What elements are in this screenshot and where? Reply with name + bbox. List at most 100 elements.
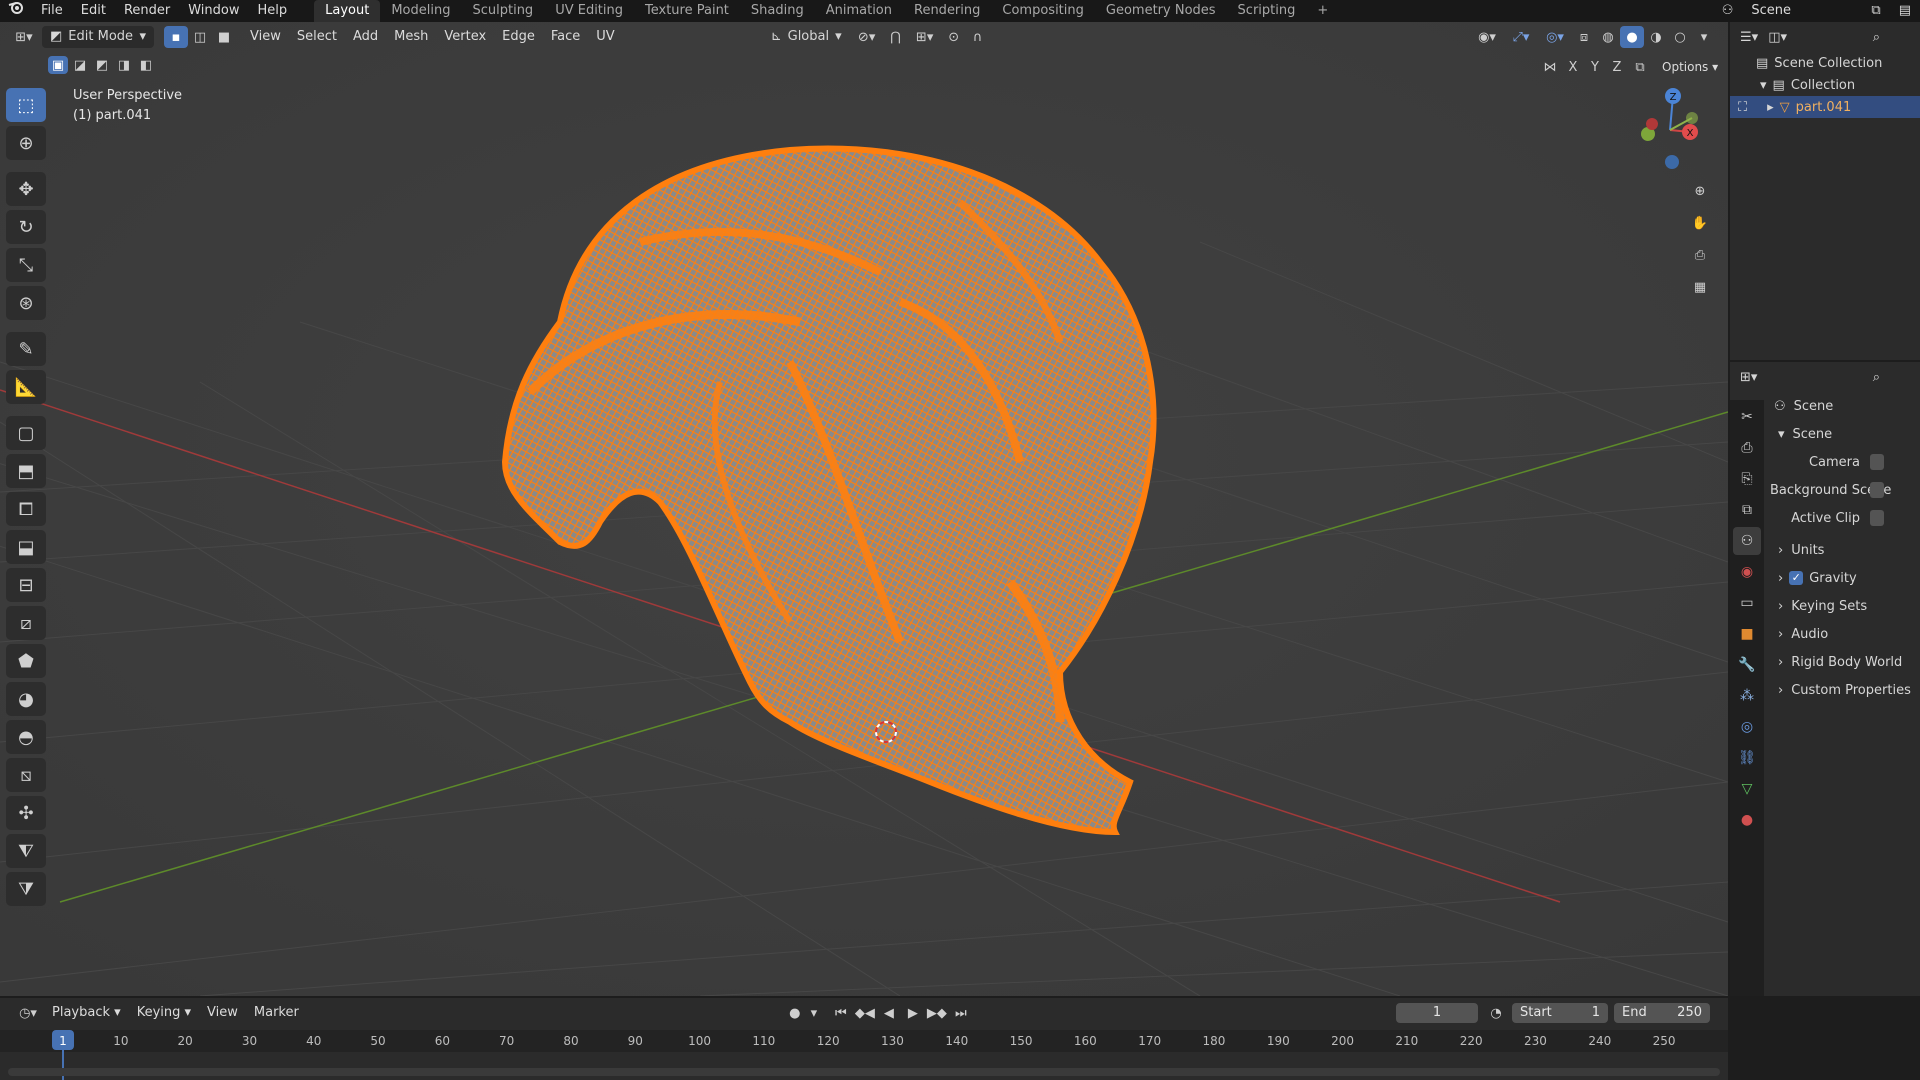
select-new-icon[interactable]: ▣ — [48, 56, 68, 74]
view-layer-icon[interactable]: ▤ — [1890, 0, 1920, 22]
menu-vertex[interactable]: Vertex — [436, 26, 494, 48]
tab-geometry-nodes[interactable]: Geometry Nodes — [1095, 0, 1227, 22]
cursor-tool-icon[interactable]: ⊕ — [6, 126, 46, 160]
auto-merge-icon[interactable]: ⧉ — [1630, 58, 1650, 76]
background-scene-picker[interactable] — [1870, 482, 1884, 498]
next-keyframe-icon[interactable]: ▶◆ — [925, 1002, 949, 1024]
falloff-icon[interactable]: ∩ — [966, 26, 990, 48]
move-tool-icon[interactable]: ✥ — [6, 172, 46, 206]
menu-select[interactable]: Select — [289, 26, 345, 48]
mirror-icon[interactable]: ⋈ — [1540, 58, 1560, 76]
menu-mesh[interactable]: Mesh — [386, 26, 436, 48]
select-extend-icon[interactable]: ◪ — [70, 56, 90, 74]
blender-logo-icon[interactable] — [0, 0, 32, 22]
search-icon[interactable]: ⌕ — [1873, 370, 1880, 385]
mirror-x-toggle[interactable]: X — [1564, 58, 1582, 76]
modifier-tab-icon[interactable]: 🔧 — [1733, 651, 1761, 679]
mirror-y-toggle[interactable]: Y — [1586, 58, 1604, 76]
menu-view[interactable]: View — [242, 26, 289, 48]
add-workspace-icon[interactable]: + — [1306, 0, 1339, 22]
object-tab-icon[interactable]: ■ — [1733, 620, 1761, 648]
prev-keyframe-icon[interactable]: ◆◀ — [853, 1002, 877, 1024]
visibility-icon[interactable]: ◉▾ — [1470, 26, 1504, 48]
outliner-object-row[interactable]: ⛶ ▸ ▽ part.041 — [1730, 96, 1920, 118]
tab-compositing[interactable]: Compositing — [991, 0, 1095, 22]
timeline-ruler[interactable]: 1 10 20 30 40 50 60 70 80 90 100 110 120 130 140 150 160… — [0, 1030, 1728, 1080]
pivot-point-icon[interactable]: ⊘▾ — [850, 26, 884, 48]
editor-type-icon[interactable]: ⊞▾ — [1740, 370, 1757, 385]
material-shading-icon[interactable]: ◑ — [1644, 26, 1668, 48]
menu-playback[interactable]: Playback ▾ — [44, 1002, 129, 1024]
menu-face[interactable]: Face — [543, 26, 588, 48]
extrude-tool-icon[interactable]: ⬒ — [6, 454, 46, 488]
snap-icon[interactable]: ⋂ — [884, 26, 908, 48]
editor-type-icon[interactable]: ☰▾ — [1740, 30, 1758, 45]
tab-layout[interactable]: Layout — [314, 0, 381, 22]
select-intersect-icon[interactable]: ◧ — [136, 56, 156, 74]
wireframe-shading-icon[interactable]: ◍ — [1596, 26, 1620, 48]
snap-target-icon[interactable]: ⊞▾ — [908, 26, 942, 48]
overlay-toggle-icon[interactable]: ◎▾ — [1538, 26, 1572, 48]
active-clip-picker[interactable] — [1870, 510, 1884, 526]
scene-name[interactable]: Scene — [1742, 0, 1862, 22]
menu-render[interactable]: Render — [115, 0, 179, 22]
menu-edit[interactable]: Edit — [72, 0, 115, 22]
knife-tool-icon[interactable]: ⧄ — [6, 606, 46, 640]
jump-start-icon[interactable]: ⏮ — [829, 1002, 853, 1024]
physics-tab-icon[interactable]: ◎ — [1733, 713, 1761, 741]
start-frame-field[interactable]: Start 1 — [1512, 1003, 1608, 1023]
world-tab-icon[interactable]: ◉ — [1733, 558, 1761, 586]
measure-tool-icon[interactable]: 📐 — [6, 370, 46, 404]
xray-toggle-icon[interactable]: ⧈ — [1572, 26, 1596, 48]
select-box-icon[interactable]: ⬚ — [6, 88, 46, 122]
menu-file[interactable]: File — [32, 0, 72, 22]
tab-uv-editing[interactable]: UV Editing — [544, 0, 634, 22]
menu-marker[interactable]: Marker — [246, 1002, 307, 1024]
jump-end-icon[interactable]: ⏭ — [949, 1002, 973, 1024]
output-tab-icon[interactable]: ⎘ — [1733, 465, 1761, 493]
select-invert-icon[interactable]: ◨ — [114, 56, 134, 74]
edge-slide-icon[interactable]: ⧅ — [6, 758, 46, 792]
particles-tab-icon[interactable]: ⁂ — [1733, 682, 1761, 710]
ortho-grid-icon[interactable]: ▦ — [1688, 276, 1712, 298]
scene-tab-icon[interactable]: ⚇ — [1733, 527, 1761, 555]
spin-tool-icon[interactable]: ◕ — [6, 682, 46, 716]
navigation-gizmo[interactable]: Z X — [1630, 82, 1710, 172]
end-frame-field[interactable]: End 250 — [1614, 1003, 1710, 1023]
solid-shading-icon[interactable]: ● — [1620, 26, 1644, 48]
stopwatch-icon[interactable]: ◔ — [1484, 1002, 1508, 1024]
rotate-tool-icon[interactable]: ↻ — [6, 210, 46, 244]
face-select-icon[interactable]: ■ — [212, 26, 236, 48]
editor-type-icon[interactable]: ⊞▾ — [12, 26, 36, 48]
select-subtract-icon[interactable]: ◩ — [92, 56, 112, 74]
camera-view-icon[interactable]: ⎙ — [1688, 244, 1712, 266]
transform-orientation-dropdown[interactable]: ⊾ Global ▾ — [763, 26, 850, 48]
options-dropdown[interactable]: Options ▾ — [1654, 56, 1726, 78]
tab-animation[interactable]: Animation — [815, 0, 903, 22]
mode-selector[interactable]: ◩ Edit Mode ▾ — [42, 26, 154, 48]
render-tab-icon[interactable]: ⎙ — [1733, 434, 1761, 462]
tab-modeling[interactable]: Modeling — [380, 0, 461, 22]
gizmo-toggle-icon[interactable]: ⤢▾ — [1504, 26, 1538, 48]
play-reverse-icon[interactable]: ◀ — [877, 1002, 901, 1024]
chevron-right-icon[interactable]: ▸ — [1767, 100, 1774, 115]
scale-tool-icon[interactable]: ⤡ — [6, 248, 46, 282]
gravity-checkbox[interactable]: ✓ — [1789, 571, 1804, 585]
menu-window[interactable]: Window — [179, 0, 248, 22]
annotate-tool-icon[interactable]: ✎ — [6, 332, 46, 366]
tab-shading[interactable]: Shading — [740, 0, 815, 22]
constraints-tab-icon[interactable]: ⛓ — [1733, 744, 1761, 772]
play-icon[interactable]: ▶ — [901, 1002, 925, 1024]
smooth-tool-icon[interactable]: ◓ — [6, 720, 46, 754]
clock-editor-icon[interactable]: ◷▾ — [12, 1002, 44, 1024]
vertex-select-icon[interactable]: ▪ — [164, 26, 188, 48]
search-icon[interactable]: ⌕ — [1873, 30, 1880, 45]
menu-timeline-view[interactable]: View — [199, 1002, 246, 1024]
collection-tab-icon[interactable]: ▭ — [1733, 589, 1761, 617]
current-frame-field[interactable]: 1 — [1396, 1003, 1478, 1023]
bevel-tool-icon[interactable]: ⬓ — [6, 530, 46, 564]
tab-scripting[interactable]: Scripting — [1227, 0, 1307, 22]
timeline-scrollbar[interactable] — [8, 1068, 1720, 1076]
add-cube-icon[interactable]: ▢ — [6, 416, 46, 450]
data-tab-icon[interactable]: ▽ — [1733, 775, 1761, 803]
